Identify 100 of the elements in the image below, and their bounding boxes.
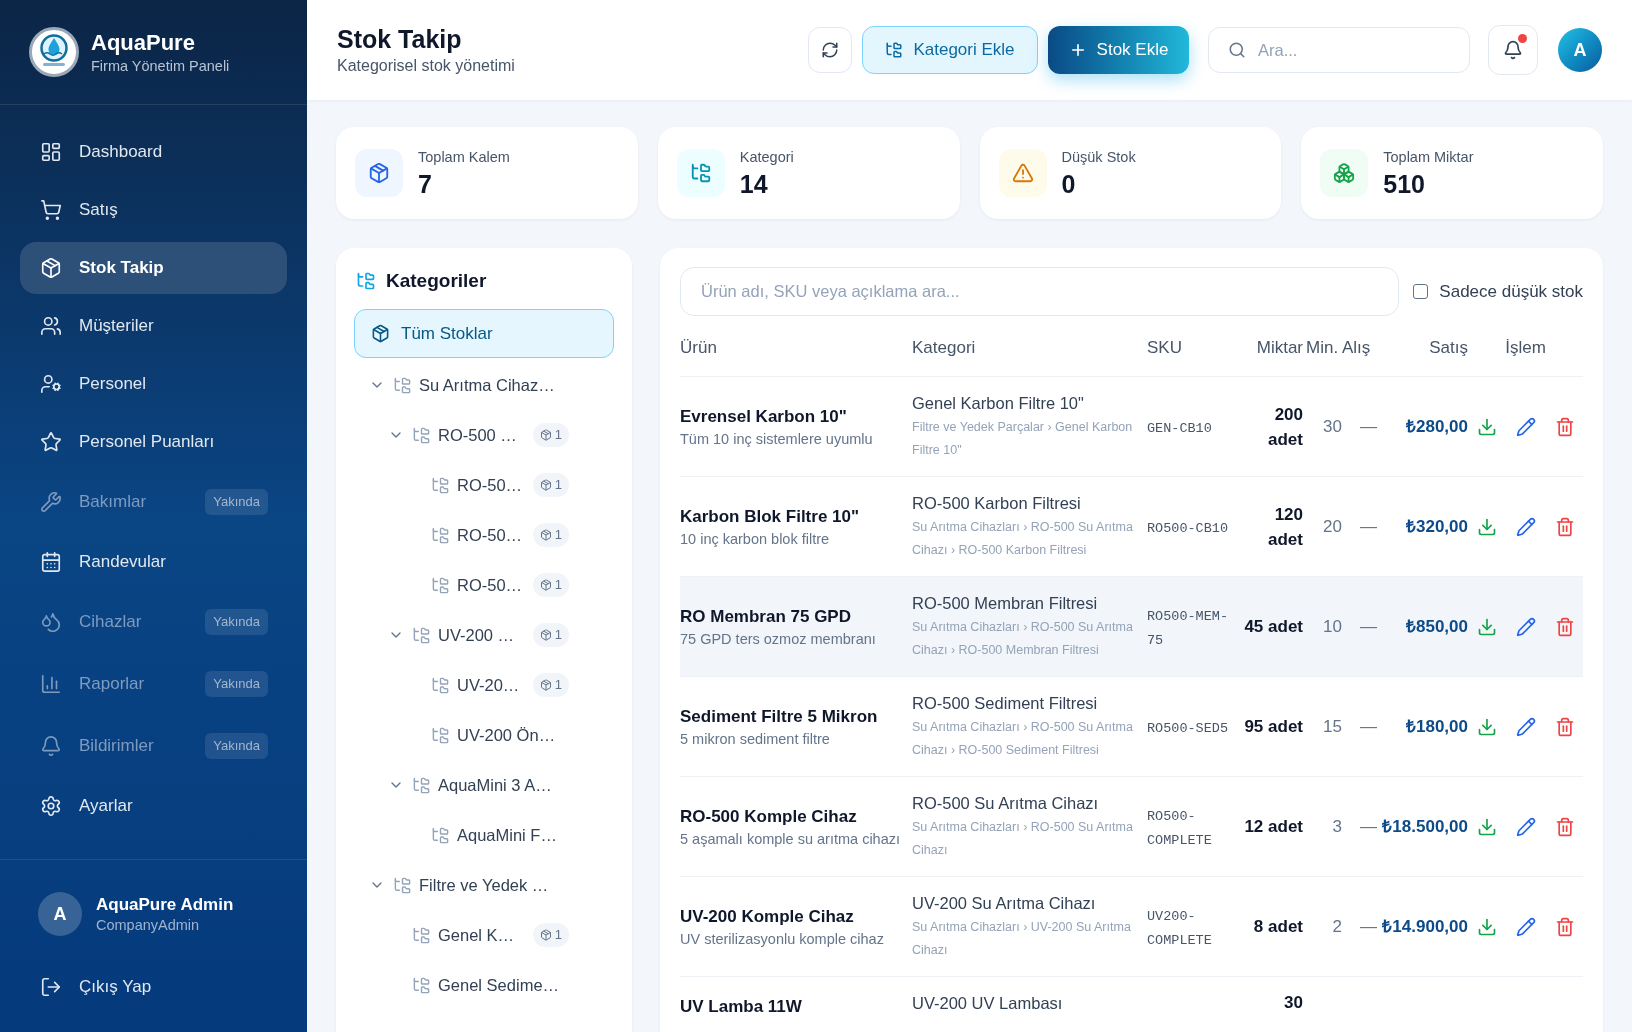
box-icon (539, 479, 552, 491)
stat-label: Düşük Stok (1061, 148, 1136, 167)
delete-icon[interactable] (1554, 816, 1575, 837)
tree-item[interactable]: UV-200 Ön… (431, 722, 556, 748)
product-search-field[interactable]: Ürün adı, SKU veya açıklama ara... (680, 267, 1400, 316)
stat-label: Toplam Kalem (418, 148, 510, 167)
profile-avatar[interactable]: A (1558, 28, 1602, 72)
download-icon[interactable] (1476, 916, 1497, 937)
wrench-icon (40, 491, 62, 513)
nav-item[interactable]: Personel Puanları (20, 416, 287, 468)
delete-icon[interactable] (1554, 616, 1575, 637)
product-name: UV-200 Komple Cihaz (680, 905, 855, 928)
tree-item[interactable]: UV-200 … (412, 622, 515, 648)
tree-item[interactable]: RO-500 … (412, 422, 517, 448)
category-path: Su Arıtma Cihazları › RO-500 Su Arıtma Cihazı › RO-500 Sediment Filtresi (912, 719, 1134, 759)
nav-item[interactable]: Dashboard (20, 126, 287, 178)
dashboard-icon (40, 141, 62, 163)
box-icon (40, 257, 62, 279)
notifications-button[interactable] (1488, 25, 1538, 75)
tree-item[interactable]: Genel Sedime… (412, 972, 560, 998)
edit-icon[interactable] (1515, 416, 1536, 437)
nav-item[interactable]: Müşteriler (20, 300, 287, 352)
nav-item[interactable]: Personel (20, 358, 287, 410)
delete-icon[interactable] (1554, 916, 1575, 937)
bell-icon (1503, 40, 1523, 60)
column-header: Kategori (912, 338, 976, 358)
cart-icon (40, 199, 62, 221)
product-description: 10 inç karbon blok filtre (680, 529, 831, 549)
download-icon[interactable] (1476, 516, 1497, 537)
product-name: RO Membran 75 GPD (680, 605, 852, 628)
checkbox[interactable] (1413, 284, 1429, 299)
download-icon[interactable] (1476, 716, 1497, 737)
all-stock-item[interactable]: Tüm Stoklar (354, 309, 614, 358)
stat-value: 510 (1383, 170, 1426, 198)
tree-item[interactable]: Filtre ve Yedek … (393, 872, 549, 898)
tree-item[interactable]: Genel K… (412, 922, 515, 948)
min-stock-text: 20 (1323, 516, 1342, 536)
sale-price: ₺14.900,00 (1382, 916, 1468, 936)
stat-label: Toplam Miktar (1383, 148, 1474, 167)
folder-tree-icon (412, 925, 431, 945)
category-name: RO-500 Su Arıtma Cihazı (912, 793, 1100, 814)
category-path: Su Arıtma Cihazları › RO-500 Su Arıtma Cihazı › RO-500 Karbon Filtresi (912, 519, 1134, 559)
box-icon (371, 324, 390, 343)
box-icon (539, 629, 552, 641)
brand-name: AquaPure (91, 28, 196, 56)
product-description: Tüm 10 inç sistemlere uyumlu (680, 429, 874, 449)
download-icon[interactable] (1476, 616, 1497, 637)
box-icon (539, 579, 552, 591)
user-role: CompanyAdmin (96, 915, 201, 935)
logout-button[interactable]: Çıkış Yap (38, 974, 154, 1000)
edit-icon[interactable] (1515, 716, 1536, 737)
search-field[interactable]: Ara... (1208, 27, 1470, 73)
tree-item[interactable]: AquaMini F… (431, 822, 557, 848)
stat-value: 7 (418, 170, 433, 198)
coming-soon-badge: Yakında (205, 671, 268, 697)
sale-price: ₺850,00 (1406, 616, 1468, 636)
min-stock-text: 3 (1332, 816, 1342, 836)
download-icon[interactable] (1476, 416, 1497, 437)
product-name: RO-500 Komple Cihaz (680, 805, 858, 828)
refresh-button[interactable] (808, 27, 852, 73)
tree-item[interactable]: Su Arıtma Cihaz… (393, 372, 555, 398)
edit-icon[interactable] (1515, 516, 1536, 537)
nav-item[interactable]: Ayarlar (20, 780, 287, 832)
tree-item[interactable]: AquaMini 3 A… (412, 772, 552, 798)
delete-icon[interactable] (1554, 416, 1575, 437)
nav-item[interactable]: Stok Takip (20, 242, 287, 294)
quantity-text: 200 adet (1268, 404, 1303, 449)
folder-tree-icon (412, 975, 431, 995)
stat-label: Kategori (739, 148, 794, 167)
download-icon[interactable] (1476, 816, 1497, 837)
bell-icon (40, 735, 62, 757)
category-name: Genel Karbon Filtre 10" (912, 393, 1085, 414)
product-name: Sediment Filtre 5 Mikron (680, 705, 879, 728)
tree-item[interactable]: RO-50… (431, 472, 523, 498)
edit-icon[interactable] (1515, 916, 1536, 937)
column-header: İşlem (1505, 338, 1546, 358)
quantity-text: 12 adet (1244, 817, 1303, 836)
count-text: 1 (554, 527, 562, 543)
product-name: Evrensel Karbon 10" (680, 405, 848, 428)
tree-item[interactable]: RO-50… (431, 522, 523, 548)
folder-tree-icon (431, 675, 450, 695)
add-category-button[interactable]: Kategori Ekle (862, 26, 1038, 74)
category-name: RO-500 Sediment Filtresi (912, 693, 1099, 714)
edit-icon[interactable] (1515, 816, 1536, 837)
delete-icon[interactable] (1554, 516, 1575, 537)
nav-item[interactable]: Satış (20, 184, 287, 236)
sale-price: ₺18.500,00 (1382, 816, 1468, 836)
edit-icon[interactable] (1515, 616, 1536, 637)
nav-item[interactable]: Randevular (20, 536, 287, 588)
purchase-price: — (1360, 716, 1377, 736)
product-name: Karbon Blok Filtre 10" (680, 505, 861, 528)
tree-item[interactable]: RO-50… (431, 572, 523, 598)
quantity-text: 120 adet (1268, 504, 1303, 549)
sale-price: ₺280,00 (1406, 416, 1468, 436)
delete-icon[interactable] (1554, 716, 1575, 737)
users-icon (40, 315, 62, 337)
add-stock-button[interactable]: Stok Ekle (1048, 26, 1189, 74)
folder-tree-icon (431, 725, 450, 745)
checkbox-label[interactable]: Sadece düşük stok (1439, 278, 1583, 305)
tree-item[interactable]: UV-20… (431, 672, 520, 698)
